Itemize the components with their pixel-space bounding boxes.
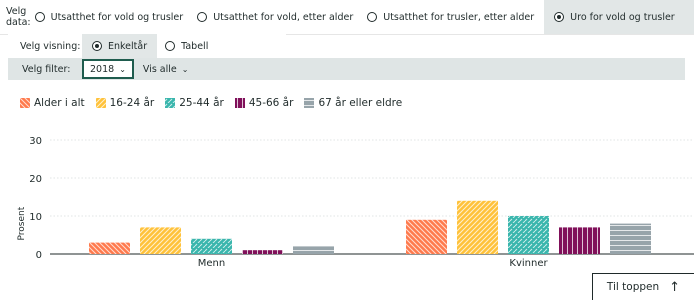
data-option-label: Utsatthet for vold og trusler <box>50 11 184 23</box>
year-value: 2018 <box>90 63 115 75</box>
legend-label: 67 år eller eldre <box>318 97 403 109</box>
y-tick-label: 0 <box>36 250 42 261</box>
data-option-uro[interactable]: Uro for vold og trusler <box>544 0 694 34</box>
bar[interactable] <box>610 223 651 254</box>
year-dropdown[interactable]: 2018 ⌄ <box>82 59 134 79</box>
view-selector: Velg visning: Enkeltår Tabell <box>8 34 286 58</box>
bar[interactable] <box>242 250 283 254</box>
bar[interactable] <box>140 227 181 254</box>
arrow-up-icon: ↑ <box>669 279 681 295</box>
data-selector-label: Velg data: <box>6 6 31 28</box>
legend-label: 16-24 år <box>109 97 155 109</box>
view-selector-label: Velg visning: <box>20 40 81 52</box>
legend-label: Alder i alt <box>34 97 85 109</box>
legend-label: 45-66 år <box>248 97 294 109</box>
bar[interactable] <box>293 246 334 254</box>
back-to-top-button[interactable]: Til toppen ↑ <box>592 273 694 300</box>
filter-bar: Velg filter: 2018 ⌄ Vis alle ⌄ <box>8 58 685 80</box>
legend-item[interactable]: 45-66 år <box>234 97 294 109</box>
show-value: Vis alle <box>142 63 177 75</box>
y-tick-label: 30 <box>29 136 42 147</box>
legend-swatch <box>304 98 315 108</box>
y-axis-label: Prosent <box>17 206 27 240</box>
legend-label: 25-44 år <box>179 97 224 109</box>
filter-label: Velg filter: <box>22 63 71 75</box>
radio-icon <box>367 12 378 22</box>
legend-swatch <box>20 98 30 108</box>
data-selector: Velg data: Utsatthet for vold og trusler… <box>0 0 694 35</box>
bar[interactable] <box>89 242 130 254</box>
bar[interactable] <box>406 219 447 254</box>
bar[interactable] <box>559 227 600 254</box>
data-option-label: Uro for vold og trusler <box>570 11 675 23</box>
legend-item[interactable]: 16-24 år <box>95 97 155 109</box>
chevron-down-icon: ⌄ <box>181 64 189 74</box>
view-option-label: Enkeltår <box>108 40 148 52</box>
legend-item[interactable]: 67 år eller eldre <box>304 97 402 109</box>
legend-item[interactable]: 25-44 år <box>165 97 224 109</box>
legend-swatch <box>95 98 106 108</box>
view-option-tabell[interactable]: Tabell <box>157 34 218 58</box>
data-option-label: Utsatthet for vold, etter alder <box>213 11 354 23</box>
data-option-vold-og-trusler[interactable]: Utsatthet for vold og trusler <box>31 0 194 34</box>
radio-icon <box>34 12 45 22</box>
radio-selected-icon <box>554 12 565 22</box>
data-option-trusler-etter-alder[interactable]: Utsatthet for trusler, etter alder <box>363 0 544 34</box>
radio-selected-icon <box>92 41 102 51</box>
legend-item[interactable]: Alder i alt <box>20 97 85 109</box>
data-option-label: Utsatthet for trusler, etter alder <box>383 11 535 23</box>
legend-swatch <box>165 98 176 108</box>
x-tick-label: Menn <box>198 258 225 269</box>
radio-icon <box>165 41 176 51</box>
bar[interactable] <box>191 238 232 254</box>
bar[interactable] <box>508 216 549 254</box>
data-option-vold-etter-alder[interactable]: Utsatthet for vold, etter alder <box>193 0 363 34</box>
chart-legend: Alder i alt 16-24 år 25-44 år 45-66 år 67 år… <box>20 96 413 110</box>
legend-swatch <box>234 98 245 108</box>
y-tick-label: 20 <box>29 174 42 185</box>
x-tick-label: Kvinner <box>509 258 548 269</box>
bar-chart: 0 10 20 30 Prosent Menn Kvinner <box>17 136 694 269</box>
bar[interactable] <box>457 200 498 254</box>
radio-icon <box>197 12 208 22</box>
y-tick-label: 10 <box>29 212 42 223</box>
view-option-label: Tabell <box>181 40 209 52</box>
view-option-enkeltar[interactable]: Enkeltår <box>82 34 158 58</box>
back-to-top-label: Til toppen <box>606 281 660 293</box>
chevron-down-icon: ⌄ <box>119 64 126 74</box>
show-dropdown[interactable]: Vis alle ⌄ <box>135 59 196 79</box>
